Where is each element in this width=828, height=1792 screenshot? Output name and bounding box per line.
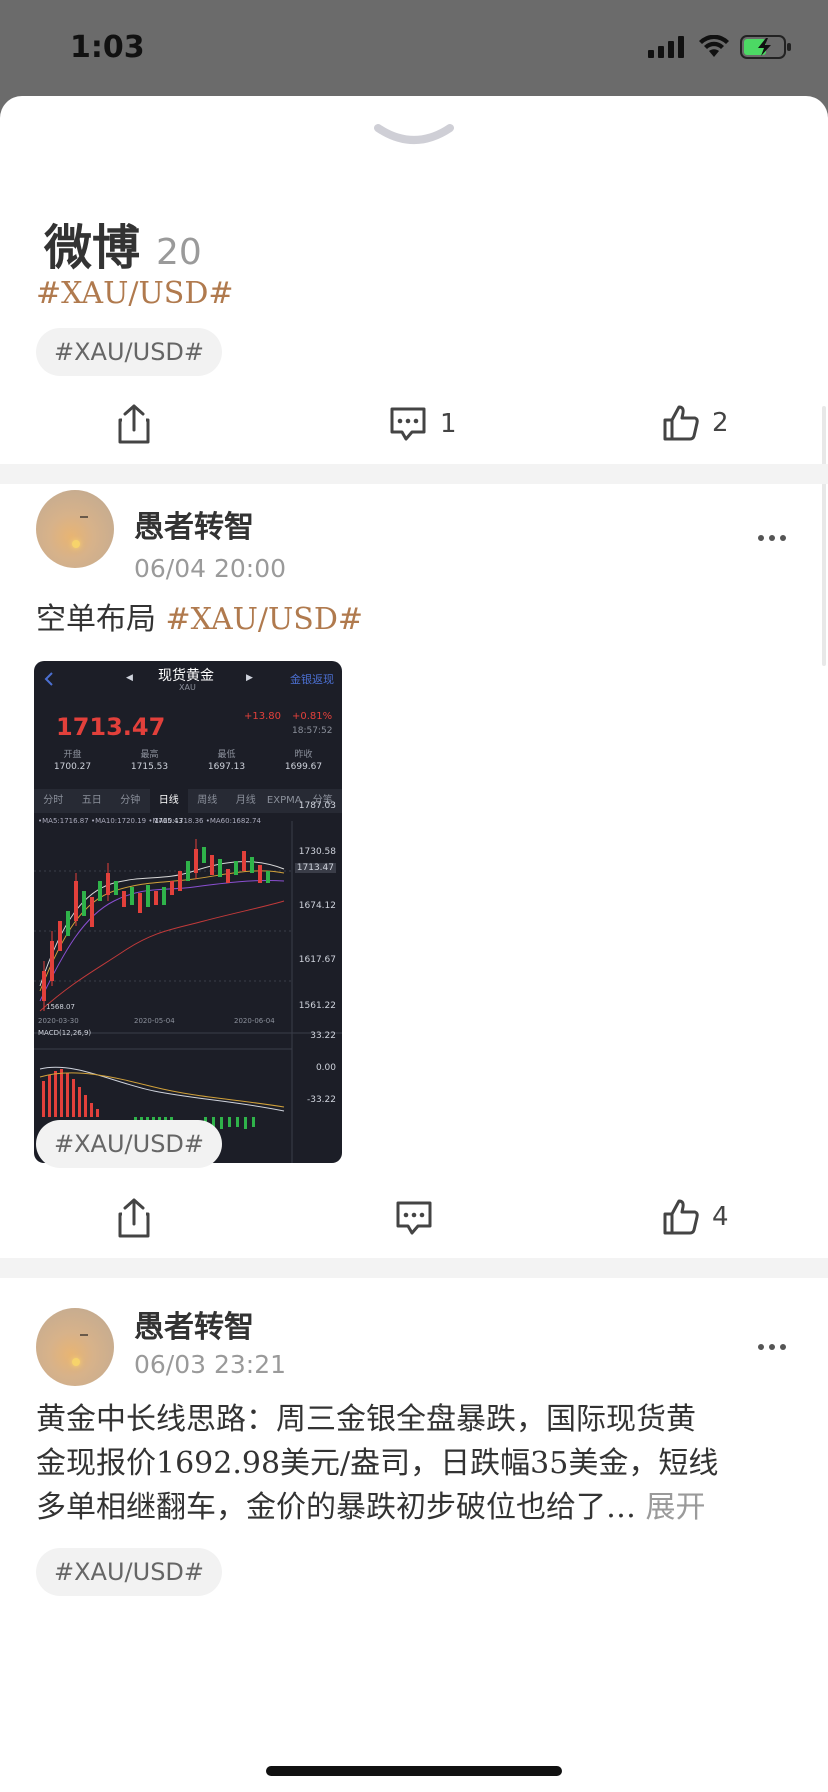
battery-charging-icon [740,35,791,59]
chart-stats: 开盘 1700.27 最高 1715.53 最低 1697.13 昨收 1699.67 [34,747,342,785]
cellular-signal-icon [648,36,684,58]
chart-tab: 月线 [235,795,256,806]
post2-text: 黄金中长线思路：周三金银全盘暴跌，国际现货黄 金现报价1692.98美元/盎司，… [36,1398,796,1530]
post0-comment-count: 1 [440,409,457,439]
date-label: 2020-06-04 [234,1017,275,1025]
post2-avatar[interactable] [36,1308,114,1386]
post-divider [0,1258,828,1278]
macd-y-label: -33.22 [306,1095,336,1105]
chart-header: ◀ 现货黄金 XAU ▶ 金银返现 [34,661,342,692]
next-triangle-icon: ▶ [246,673,253,683]
post1-author[interactable]: 愚者转智 [134,502,254,546]
post1-like-count: 4 [712,1202,729,1232]
post1-more-icon[interactable] [758,535,794,545]
post1-date: 06/04 20:00 [134,554,287,583]
chart-tab: 周线 [197,795,218,806]
stat-low: 最低 1697.13 [207,750,246,772]
chart-price: 1713.47 [56,713,166,741]
scroll-indicator[interactable] [822,406,826,666]
date-label: 2020-05-04 [134,1017,175,1025]
chart-time: 18:57:52 [292,726,333,736]
thumbs-up-icon [663,1199,699,1235]
home-indicator[interactable] [266,1766,562,1776]
post2-more-icon[interactable] [758,1344,794,1354]
stat-high: 最高 1715.53 [130,750,169,772]
chart-title: 现货黄金 [158,668,214,684]
macd-y-label: 33.22 [310,1031,336,1041]
post1-chart-image[interactable]: ◀ 现货黄金 XAU ▶ 金银返现 1713.47 +13.80 +0.81% … [34,661,342,1163]
status-time: 1:03 [70,30,145,65]
y-label: 1617.67 [298,955,336,965]
post0-comment-button[interactable]: 1 [388,406,457,442]
chart-tab: EXPMA [266,795,302,806]
prev-triangle-icon: ◀ [126,673,133,683]
peak-label: 1765.43 [154,817,183,825]
chart-subtitle: XAU [179,683,196,692]
y-label: 1787.03 [298,801,336,811]
post0-hashtag-link[interactable]: #XAU/USD# [36,276,234,311]
low-label: 1568.07 [46,1003,75,1011]
status-bar: 1:03 [0,0,828,100]
date-label: 2020-03-30 [38,1017,79,1025]
chart-tabs: 分时 五日 分钟 日线 周线 月线 EXPMA 分笔 [34,789,342,813]
post1-comment-button[interactable] [394,1200,446,1236]
sheet-title-text: 微博 [44,220,141,276]
post2-line-last: 多单相继翻车，金价的暴跌初步破位也给了… 展开 [36,1486,796,1530]
stat-prev-close: 昨收 1699.67 [284,750,323,772]
post2-date: 06/03 23:21 [134,1350,287,1379]
chart-tab: 五日 [81,795,102,806]
share-icon [118,404,150,444]
chart-change-pct: +0.81% [292,711,333,722]
post2-line: 黄金中长线思路：周三金银全盘暴跌，国际现货黄 [36,1402,696,1437]
chart-right-link: 金银返现 [290,673,334,686]
stat-open: 开盘 1700.27 [53,750,92,772]
post2-author[interactable]: 愚者转智 [134,1302,254,1346]
macd-y-label: 0.00 [315,1063,336,1073]
thumbs-up-icon [663,405,699,441]
post1-text: 空单布局 #XAU/USD# [36,598,363,642]
chart-tab: 分钟 [120,795,141,806]
post0-like-button[interactable]: 2 [662,404,729,442]
wifi-icon [699,35,729,57]
post1-body: 空单布局 [36,602,166,637]
status-icons [648,34,792,60]
comment-icon [396,1201,432,1235]
post1-topic-tag[interactable]: #XAU/USD# [36,1120,223,1168]
sheet-count: 20 [156,232,202,273]
chart-tab: 分时 [43,795,64,806]
y-label: 1674.12 [298,901,336,911]
post1-like-button[interactable]: 4 [662,1198,729,1236]
weibo-sheet: 微博 20 #XAU/USD# #XAU/USD# 1 2 愚者转智 06/04… [0,96,828,1792]
candles [42,839,270,1011]
collapse-chevron-icon[interactable] [374,122,454,150]
post2-line: 金现报价1692.98美元/盎司，日跌幅35美金，短线 [36,1446,719,1481]
macd-label: MACD(12,26,9) [38,1029,92,1037]
post1-share-button[interactable] [116,1198,152,1238]
post2-line: 多单相继翻车，金价的暴跌初步破位也给了… [36,1490,636,1525]
y-label: 1561.22 [298,1001,336,1011]
chart-tab-active: 日线 [149,789,188,813]
post1-hashtag-link[interactable]: #XAU/USD# [166,602,364,637]
sheet-title: 微博 20 [44,208,202,278]
post0-topic-tag[interactable]: #XAU/USD# [36,328,223,376]
chart-change: +13.80 [244,711,282,722]
y-label-current: 1713.47 [294,863,336,873]
back-arrow-icon [44,672,53,686]
post1-avatar[interactable] [36,490,114,568]
post2-expand-link[interactable]: 展开 [646,1490,706,1525]
post-divider [0,464,828,484]
post0-share-button[interactable] [116,404,152,444]
comment-icon [390,407,426,441]
y-label: 1730.58 [298,847,336,857]
post0-like-count: 2 [712,408,729,438]
post2-topic-tag[interactable]: #XAU/USD# [36,1548,223,1596]
share-icon [118,1198,150,1238]
